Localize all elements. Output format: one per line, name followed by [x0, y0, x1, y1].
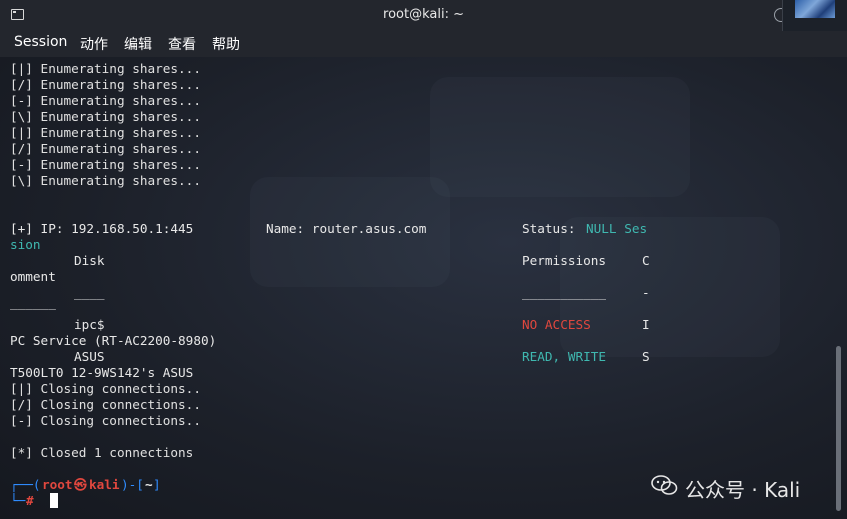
header-comment-rule: - — [642, 285, 650, 300]
terminal-line: [*] Closed 1 connections — [10, 445, 194, 460]
prompt-corner-bottom: └─ — [10, 493, 26, 508]
terminal-line: [-] Enumerating shares... — [10, 93, 201, 108]
result-status-wrap: sion — [10, 237, 41, 252]
menu-action[interactable]: 动作 — [80, 34, 108, 54]
terminal-line: [|] Closing connections.. — [10, 381, 201, 396]
share-disk: ASUS — [74, 349, 105, 364]
result-status-value: NULL Ses — [586, 221, 648, 236]
terminal-line: [/] Closing connections.. — [10, 397, 201, 412]
terminal-line: [\] Enumerating shares... — [10, 173, 201, 188]
header-permissions: Permissions — [522, 253, 607, 268]
prompt-bracket: )-[ — [121, 477, 144, 492]
thumbnail-image — [795, 0, 835, 18]
prompt-bracket-end: ] — [153, 477, 161, 492]
window-title: root@kali: ~ — [383, 7, 464, 22]
prompt-user: root — [42, 477, 73, 492]
prompt-dir: ~ — [145, 477, 153, 492]
terminal-line: [/] Enumerating shares... — [10, 77, 201, 92]
text-cursor[interactable] — [50, 493, 58, 508]
result-status-label: Status: — [522, 221, 584, 236]
header-comment-wrap: omment — [10, 269, 56, 284]
share-comment: I — [642, 317, 650, 332]
header-disk: Disk — [74, 253, 105, 268]
prompt-hash: # — [26, 493, 34, 508]
header-comment: C — [642, 253, 650, 268]
prompt-corner: ┌──( — [10, 477, 41, 492]
menu-session[interactable]: Session — [14, 34, 67, 50]
result-name: Name: router.asus.com — [266, 221, 427, 236]
prompt-at: ㉿ — [74, 477, 87, 492]
terminal-line: [/] Enumerating shares... — [10, 141, 201, 156]
header-disk-rule: ____ — [74, 285, 105, 300]
terminal-line: [|] Enumerating shares... — [10, 125, 201, 140]
share-permission: READ, WRITE — [522, 349, 607, 364]
menu-edit[interactable]: 编辑 — [124, 34, 152, 54]
watermark-text: 公众号 · Kali — [685, 478, 801, 502]
share-permission: NO ACCESS — [522, 317, 591, 332]
wallpaper-key-shape — [430, 77, 690, 197]
header-perm-rule: ___________ — [522, 285, 607, 300]
result-ip: [+] IP: 192.168.50.1:445 — [10, 221, 194, 236]
terminal-line: [|] Enumerating shares... — [10, 61, 201, 76]
menu-view[interactable]: 查看 — [168, 34, 196, 54]
wechat-icon — [651, 475, 678, 495]
share-comment-wrap: PC Service (RT-AC2200-8980) — [10, 333, 217, 348]
terminal-line: [-] Enumerating shares... — [10, 157, 201, 172]
prompt-host: kali — [89, 477, 120, 492]
header-comment-rule-wrap: ______ — [10, 295, 56, 310]
share-disk: ipc$ — [74, 317, 105, 332]
menu-bar: Session 动作 编辑 查看 帮助 — [0, 31, 847, 57]
terminal-line: [\] Enumerating shares... — [10, 109, 201, 124]
terminal-line: [-] Closing connections.. — [10, 413, 201, 428]
title-bar: root@kali: ~ — [0, 0, 847, 32]
scrollbar-thumb[interactable] — [836, 346, 841, 511]
menu-help[interactable]: 帮助 — [212, 34, 240, 54]
share-comment-wrap: T500LT0 12-9WS142's ASUS — [10, 365, 194, 380]
share-comment: S — [642, 349, 650, 364]
